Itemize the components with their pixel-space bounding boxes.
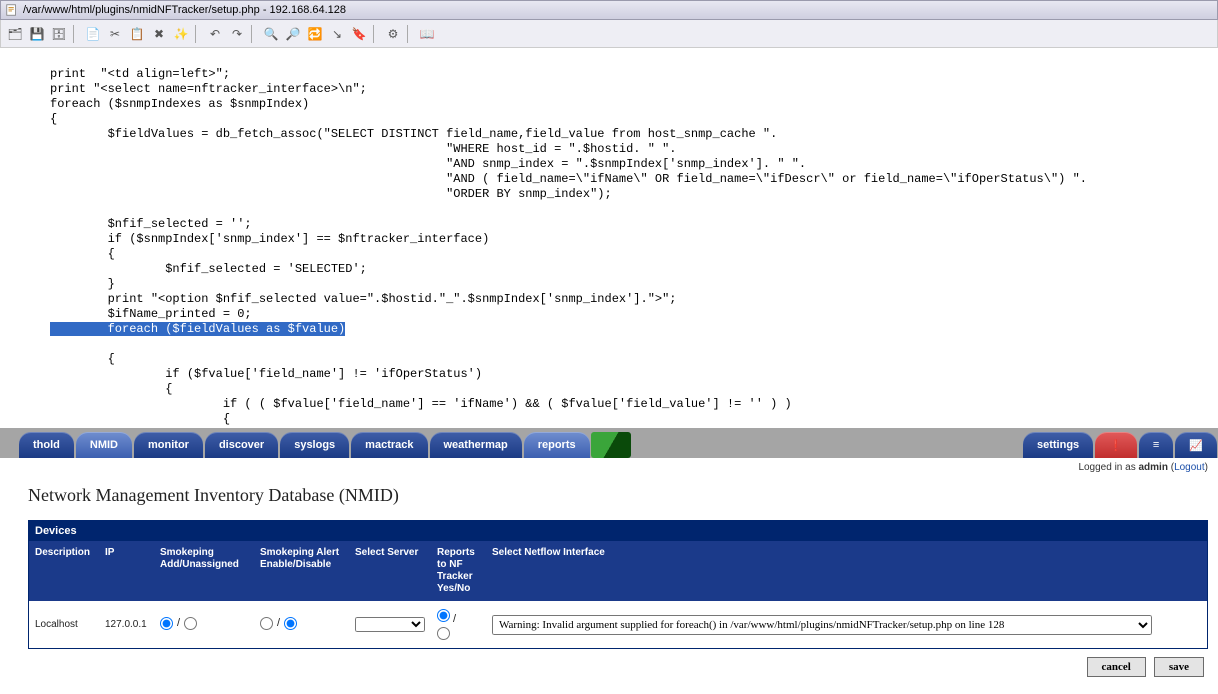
replace-icon[interactable]: 🔁: [305, 24, 325, 44]
tab-monitor[interactable]: monitor: [134, 432, 203, 458]
tabbar-spacer: [591, 432, 1022, 458]
col-description: Description: [29, 541, 99, 601]
window-title-bar: /var/www/html/plugins/nmidNFTracker/setu…: [0, 0, 1218, 20]
code-editor[interactable]: print "<td align=left>"; print "<select …: [0, 48, 1218, 428]
separator: [407, 25, 413, 43]
separator: [373, 25, 379, 43]
page-title: Network Management Inventory Database (N…: [28, 485, 1208, 506]
tab-discover[interactable]: discover: [205, 432, 278, 458]
reports-nf-no-radio[interactable]: [437, 627, 450, 640]
tab-alert-icon[interactable]: ❗: [1095, 432, 1137, 458]
cell-description: Localhost: [29, 601, 99, 648]
tab-weathermap[interactable]: weathermap: [430, 432, 522, 458]
separator: [73, 25, 79, 43]
devices-table: Description IP Smokeping Add/Unassigned …: [29, 541, 1207, 648]
nav-tabbar: thold NMID monitor discover syslogs mact…: [0, 428, 1218, 458]
cell-select-server: [349, 601, 431, 648]
col-smokeping-alert: Smokeping Alert Enable/Disable: [254, 541, 349, 601]
highlight-icon[interactable]: ✨: [171, 24, 191, 44]
find-icon[interactable]: 🔍: [261, 24, 281, 44]
select-server-dropdown[interactable]: [355, 617, 425, 632]
copy-icon[interactable]: 📄: [83, 24, 103, 44]
smokeping-alert-disable-radio[interactable]: [284, 617, 297, 630]
save-button[interactable]: save: [1154, 657, 1204, 677]
login-prefix: Logged in as: [1078, 462, 1138, 473]
goto-icon[interactable]: ↘: [327, 24, 347, 44]
cell-netflow-if: Warning: Invalid argument supplied for f…: [486, 601, 1207, 648]
tab-reports[interactable]: reports: [524, 432, 590, 458]
col-reports-nf: Reports to NF Tracker Yes/No: [431, 541, 486, 601]
devices-box: Devices Description IP Smokeping Add/Una…: [28, 520, 1208, 649]
logout-link[interactable]: Logout: [1174, 462, 1205, 473]
bookmark-icon[interactable]: 🔖: [349, 24, 369, 44]
help-icon[interactable]: 📖: [417, 24, 437, 44]
col-netflow-if: Select Netflow Interface: [486, 541, 1207, 601]
cell-ip: 127.0.0.1: [99, 601, 154, 648]
tree-toggle-icon[interactable]: 🗂: [5, 24, 25, 44]
col-smokeping-add: Smokeping Add/Unassigned: [154, 541, 254, 601]
smokeping-add-radio[interactable]: [160, 617, 173, 630]
separator: [195, 25, 201, 43]
delete-icon[interactable]: ✖: [149, 24, 169, 44]
login-user: admin: [1139, 462, 1168, 473]
col-select-server: Select Server: [349, 541, 431, 601]
cancel-button[interactable]: cancel: [1087, 657, 1146, 677]
tab-mactrack[interactable]: mactrack: [351, 432, 427, 458]
editor-toolbar: 🗂 💾 🗄 📄 ✂ 📋 ✖ ✨ ↶ ↷ 🔍 🔎 🔁 ↘ 🔖 ⚙ 📖: [0, 20, 1218, 48]
highlighted-line[interactable]: foreach ($fieldValues as $fvalue): [50, 322, 345, 336]
cell-reports-nf: /: [431, 601, 486, 648]
save-icon[interactable]: 💾: [27, 24, 47, 44]
redo-icon[interactable]: ↷: [227, 24, 247, 44]
smokeping-unassigned-radio[interactable]: [184, 617, 197, 630]
login-bar: Logged in as admin (Logout): [0, 458, 1218, 475]
undo-icon[interactable]: ↶: [205, 24, 225, 44]
settings-icon[interactable]: ⚙: [383, 24, 403, 44]
cell-smokeping-alert: /: [254, 601, 349, 648]
tab-settings[interactable]: settings: [1023, 432, 1093, 458]
select-netflow-interface-dropdown[interactable]: Warning: Invalid argument supplied for f…: [492, 615, 1152, 635]
devices-header: Devices: [29, 521, 1207, 541]
footer-buttons: cancel save: [28, 649, 1208, 677]
tab-nmid[interactable]: NMID: [76, 432, 132, 458]
table-row: Localhost 127.0.0.1 / /: [29, 601, 1207, 648]
window-title: /var/www/html/plugins/nmidNFTracker/setu…: [23, 4, 346, 16]
reports-nf-yes-radio[interactable]: [437, 609, 450, 622]
cell-smokeping-add: /: [154, 601, 254, 648]
tab-menu-icon[interactable]: ≡: [1139, 432, 1173, 458]
cacti-logo: [591, 432, 631, 458]
paste-icon[interactable]: 📋: [127, 24, 147, 44]
tab-syslogs[interactable]: syslogs: [280, 432, 349, 458]
app-icon: [5, 3, 19, 17]
smokeping-alert-enable-radio[interactable]: [260, 617, 273, 630]
find-next-icon[interactable]: 🔎: [283, 24, 303, 44]
tab-graph-icon[interactable]: 📈: [1175, 432, 1217, 458]
tab-thold[interactable]: thold: [19, 432, 74, 458]
col-ip: IP: [99, 541, 154, 601]
separator: [251, 25, 257, 43]
cut-icon[interactable]: ✂: [105, 24, 125, 44]
save-all-icon[interactable]: 🗄: [49, 24, 69, 44]
